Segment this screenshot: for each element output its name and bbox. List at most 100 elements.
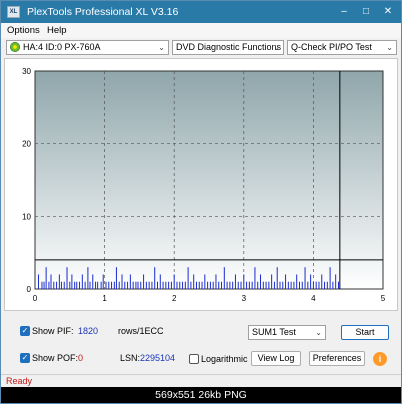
data-bar <box>287 281 289 289</box>
data-bar <box>84 281 86 289</box>
data-bar <box>170 281 172 289</box>
data-bar <box>215 274 217 289</box>
data-bar <box>132 281 134 289</box>
show-pof-checkbox[interactable]: ✓ <box>20 353 30 363</box>
data-bar <box>74 281 76 289</box>
start-button[interactable]: Start <box>341 325 389 340</box>
data-bar <box>48 281 50 289</box>
data-bar <box>204 274 206 289</box>
data-bar <box>145 281 147 289</box>
maximize-icon[interactable]: □ <box>355 2 377 20</box>
data-bar <box>207 281 209 289</box>
data-bar <box>92 274 94 289</box>
data-bar <box>240 281 242 289</box>
data-bar <box>69 281 71 289</box>
data-bar <box>168 281 170 289</box>
data-bar <box>337 281 339 289</box>
data-bar <box>43 281 45 289</box>
logarithmic-label: Logarithmic <box>201 354 248 364</box>
data-bar <box>56 281 58 289</box>
data-bar <box>262 281 264 289</box>
data-bar <box>37 274 39 289</box>
menu-options[interactable]: Options <box>7 25 40 36</box>
show-pif-checkbox[interactable]: ✓ <box>20 326 30 336</box>
data-bar <box>87 267 89 289</box>
data-bar <box>58 274 60 289</box>
data-bar <box>151 281 153 289</box>
minimize-icon[interactable]: – <box>333 2 355 20</box>
image-caption: 569x551 26kb PNG <box>1 387 401 403</box>
data-bar <box>221 281 223 289</box>
data-bar <box>318 281 320 289</box>
lsn-label: LSN: <box>120 353 141 363</box>
data-bar <box>195 281 197 289</box>
data-bar <box>184 281 186 289</box>
view-log-button[interactable]: View Log <box>251 351 301 366</box>
data-bar <box>137 281 139 289</box>
data-bar <box>118 281 120 289</box>
function-select-value: DVD Diagnostic Functions <box>176 42 282 52</box>
data-bar <box>66 267 68 289</box>
data-bar <box>276 267 278 289</box>
y-tick-label: 20 <box>22 140 31 149</box>
data-bar <box>129 274 131 289</box>
data-bar <box>237 281 239 289</box>
data-bar <box>100 281 102 289</box>
pi-po-chart: 0 1 2 3 4 5 0 10 20 30 <box>4 58 398 311</box>
data-bar <box>176 281 178 289</box>
data-bar <box>226 281 228 289</box>
chevron-down-icon: ⌄ <box>273 43 280 52</box>
y-tick-label: 30 <box>22 67 31 76</box>
data-bar <box>335 274 337 289</box>
drive-select[interactable]: HA:4 ID:0 PX-760A ⌄ <box>6 40 169 55</box>
plot-area <box>34 70 384 290</box>
data-bar <box>121 274 123 289</box>
data-bar <box>248 281 250 289</box>
data-bar <box>182 281 184 289</box>
chart-svg: 0 1 2 3 4 5 0 10 20 30 <box>22 67 386 303</box>
data-bar <box>257 281 259 289</box>
data-bar <box>143 274 145 289</box>
toolbar: HA:4 ID:0 PX-760A ⌄ DVD Diagnostic Funct… <box>1 38 401 57</box>
data-bar <box>254 267 256 289</box>
app-window: XL PlexTools Professional XL V3.16 – □ ✕… <box>0 0 402 404</box>
test-select[interactable]: Q-Check PI/PO Test ⌄ <box>287 40 397 55</box>
data-bar <box>162 281 164 289</box>
preferences-button[interactable]: Preferences <box>309 351 365 366</box>
y-tick-label: 0 <box>27 285 32 294</box>
data-bar <box>190 281 192 289</box>
x-tick-label: 5 <box>381 294 386 303</box>
data-bar <box>135 281 137 289</box>
chevron-down-icon: ⌄ <box>386 43 393 52</box>
logarithmic-checkbox[interactable] <box>189 354 199 364</box>
show-pif-label: Show PIF: <box>32 326 74 336</box>
data-bar <box>50 274 52 289</box>
sum-test-select[interactable]: SUM1 Test ⌄ <box>248 325 326 340</box>
chevron-down-icon: ⌄ <box>315 328 322 337</box>
data-bar <box>187 267 189 289</box>
function-select[interactable]: DVD Diagnostic Functions ⌄ <box>172 40 284 55</box>
data-bar <box>243 274 245 289</box>
data-bar <box>301 281 303 289</box>
menu-help[interactable]: Help <box>47 25 67 36</box>
window-title: PlexTools Professional XL V3.16 <box>27 6 179 18</box>
info-icon[interactable]: i <box>373 352 387 366</box>
x-tick-label: 3 <box>242 294 247 303</box>
data-bar <box>159 274 161 289</box>
data-bar <box>115 267 117 289</box>
data-bar <box>111 281 113 289</box>
data-bar <box>198 281 200 289</box>
data-bar <box>324 281 326 289</box>
x-tick-label: 1 <box>102 294 107 303</box>
data-bar <box>71 274 73 289</box>
data-bar <box>76 281 78 289</box>
data-bar <box>41 281 43 289</box>
data-bar <box>290 281 292 289</box>
window-controls: – □ ✕ <box>333 2 399 20</box>
close-icon[interactable]: ✕ <box>377 2 399 20</box>
x-tick-label: 2 <box>172 294 177 303</box>
data-bar <box>251 281 253 289</box>
title-bar[interactable]: XL PlexTools Professional XL V3.16 – □ ✕ <box>1 1 401 23</box>
data-bar <box>156 281 158 289</box>
data-bar <box>127 281 129 289</box>
